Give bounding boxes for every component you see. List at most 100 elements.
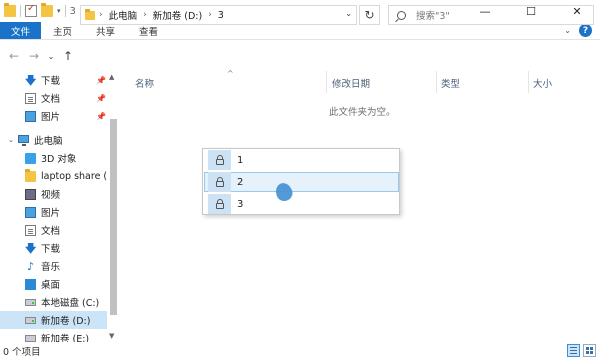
popup-list: 1 2 3 (202, 148, 400, 215)
sidebar-item-videos[interactable]: 视频 (0, 185, 120, 203)
column-name[interactable]: 名称 (135, 76, 154, 90)
sidebar-item-label: 文档 (41, 94, 61, 105)
folder-icon (25, 168, 36, 182)
lock-icon (208, 172, 231, 192)
scroll-down-icon[interactable]: ▼ (109, 332, 114, 340)
sidebar-item-music[interactable]: ♪ 音乐 (0, 257, 120, 275)
picture-icon (25, 206, 36, 218)
refresh-button[interactable]: ↻ (359, 5, 380, 25)
customize-toolbar-icon[interactable]: ▾ (57, 7, 61, 15)
sidebar-item-documents-pc[interactable]: 文档 (0, 221, 120, 239)
sidebar-item-label: 视频 (41, 190, 61, 201)
pin-icon: 📌 (96, 111, 106, 121)
sidebar-item-label: 音乐 (41, 262, 61, 273)
download-icon: 🡇 (25, 73, 37, 87)
sidebar-item-downloads[interactable]: 🡇 下载 📌 (0, 71, 120, 89)
sidebar-item-label: 图片 (41, 112, 61, 123)
popup-item-3[interactable]: 3 (204, 194, 399, 214)
address-bar[interactable]: › 此电脑 › 新加卷 (D:) › 3 ⌄ (80, 5, 357, 25)
sidebar-item-label: laptop share (1 (41, 170, 114, 182)
sidebar-item-pictures[interactable]: 图片 📌 (0, 107, 120, 125)
column-headers: ^ 名称 修改日期 类型 大小 (121, 69, 600, 93)
view-switcher (567, 344, 596, 357)
address-dropdown-icon[interactable]: ⌄ (345, 9, 352, 18)
status-bar: 0 个项目 (0, 342, 600, 359)
column-divider[interactable] (326, 71, 327, 93)
breadcrumb-drive-d[interactable]: 新加卷 (D:) (153, 8, 202, 22)
divider (20, 5, 21, 17)
breadcrumb-folder-3[interactable]: 3 (218, 10, 224, 21)
search-icon (397, 10, 406, 20)
column-type[interactable]: 类型 (441, 76, 460, 90)
sort-ascending-icon: ^ (227, 69, 234, 78)
ribbon-right-controls: ⌄ ? (564, 24, 592, 37)
sidebar-item-laptop-share[interactable]: laptop share (1 (0, 167, 120, 185)
3d-objects-icon (25, 152, 36, 164)
window-title: 3 (69, 5, 76, 17)
recent-locations-button[interactable]: ⌄ (44, 52, 58, 61)
sidebar-item-this-pc[interactable]: ⌄ 此电脑 (0, 131, 120, 149)
popup-item-label: 3 (237, 198, 244, 210)
sidebar-scrollbar[interactable]: ▲ ▼ (107, 71, 120, 342)
sidebar-item-drive-d[interactable]: 新加卷 (D:) (0, 311, 120, 329)
document-icon (25, 224, 36, 236)
folder-icon (85, 8, 95, 20)
navigation-bar: ← → ⌄ ↑ (0, 41, 600, 71)
quick-access-toolbar: ▾ 3 (0, 0, 76, 22)
sidebar-item-desktop[interactable]: 桌面 (0, 275, 120, 293)
empty-folder-message: 此文件夹为空。 (329, 107, 396, 118)
sidebar-item-drive-e[interactable]: 新加卷 (E:) (0, 329, 120, 342)
forward-button[interactable]: → (24, 49, 44, 63)
video-icon (25, 188, 36, 200)
column-modified[interactable]: 修改日期 (332, 76, 370, 90)
search-box[interactable]: 搜索"3" (388, 5, 594, 25)
back-button[interactable]: ← (4, 49, 24, 63)
music-icon: ♪ (26, 259, 35, 273)
details-view-icon[interactable] (567, 344, 580, 357)
sidebar-item-documents[interactable]: 文档 📌 (0, 89, 120, 107)
popup-item-1[interactable]: 1 (204, 150, 399, 170)
breadcrumb-chevron-icon[interactable]: › (99, 10, 103, 20)
breadcrumb-chevron-icon[interactable]: › (208, 10, 212, 20)
column-divider[interactable] (528, 71, 529, 93)
lock-icon (208, 150, 231, 170)
item-count: 0 个项目 (3, 346, 41, 358)
sidebar-item-pictures-pc[interactable]: 图片 (0, 203, 120, 221)
divider (64, 5, 66, 17)
folder-icon (4, 3, 16, 17)
scroll-up-icon[interactable]: ▲ (109, 73, 114, 81)
search-input[interactable]: 搜索"3" (416, 8, 450, 22)
sidebar-item-label: 文档 (41, 226, 61, 237)
scrollbar-thumb[interactable] (110, 119, 117, 315)
sidebar-item-label: 桌面 (41, 280, 61, 291)
sidebar-item-downloads-pc[interactable]: 🡇 下载 (0, 239, 120, 257)
column-divider[interactable] (436, 71, 437, 93)
lock-icon (208, 194, 231, 214)
properties-icon[interactable] (25, 3, 37, 17)
tab-file[interactable]: 文件 (0, 22, 42, 39)
sidebar-item-label: 3D 对象 (41, 154, 77, 165)
sidebar-item-3d-objects[interactable]: 3D 对象 (0, 149, 120, 167)
sidebar-item-label: 新加卷 (E:) (41, 334, 90, 342)
chevron-down-icon[interactable]: ⌄ (564, 26, 571, 35)
desktop-icon (25, 278, 36, 290)
large-icons-view-icon[interactable] (583, 344, 596, 357)
sidebar-item-drive-c[interactable]: 本地磁盘 (C:) (0, 293, 120, 311)
drive-icon (25, 316, 36, 324)
picture-icon (25, 110, 36, 122)
column-size[interactable]: 大小 (533, 76, 552, 90)
up-button[interactable]: ↑ (58, 49, 78, 63)
breadcrumb-this-pc[interactable]: 此电脑 (109, 8, 138, 22)
expand-chevron-icon[interactable]: ⌄ (8, 136, 14, 144)
popup-item-label: 1 (237, 154, 244, 166)
new-folder-icon[interactable] (41, 3, 53, 17)
computer-icon (18, 135, 29, 146)
sidebar-item-label: 此电脑 (34, 136, 63, 147)
download-icon: 🡇 (25, 241, 37, 255)
popup-item-2[interactable]: 2 (204, 172, 399, 192)
sidebar-item-label: 本地磁盘 (C:) (41, 298, 100, 309)
tab-home[interactable]: 主页 (41, 22, 84, 39)
breadcrumb-chevron-icon[interactable]: › (143, 10, 147, 20)
sidebar-item-label: 图片 (41, 208, 61, 219)
help-icon[interactable]: ? (579, 24, 592, 37)
